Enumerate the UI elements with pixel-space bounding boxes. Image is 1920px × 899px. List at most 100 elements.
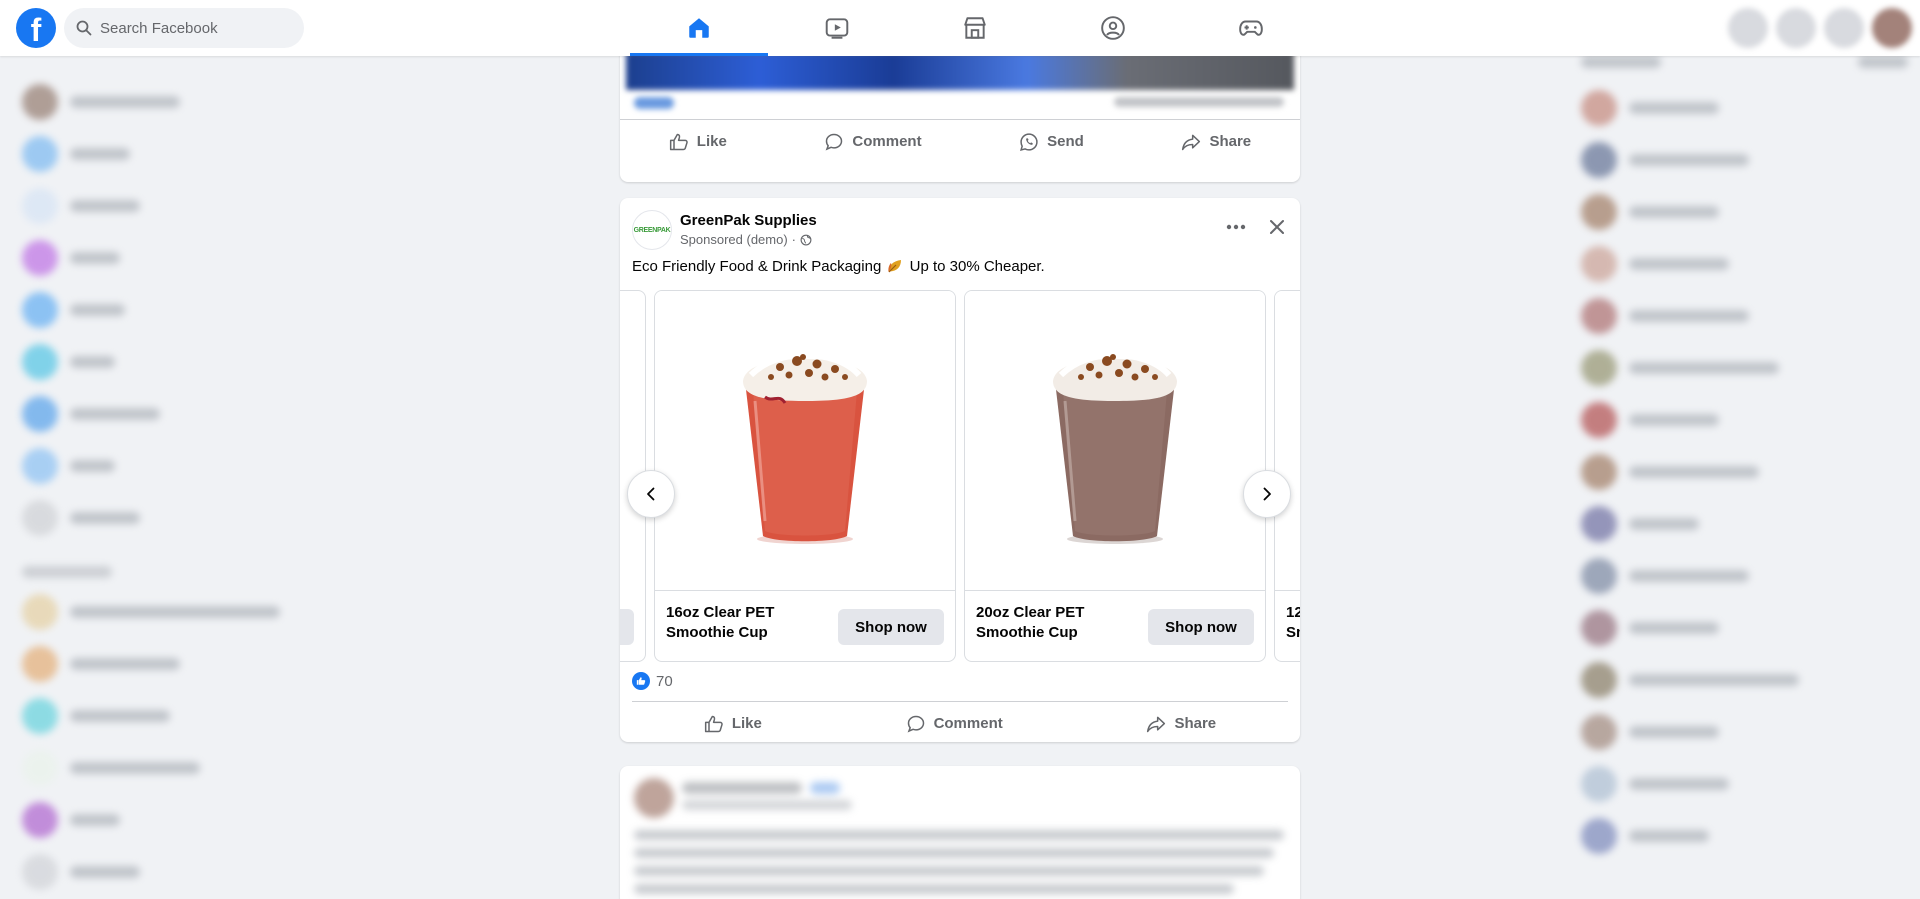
post-header: GREENPAK GreenPak Supplies Sponsored (de… <box>632 210 817 250</box>
main-nav <box>630 0 1320 56</box>
left-item[interactable] <box>0 128 360 180</box>
share-button[interactable]: Share <box>1163 126 1269 158</box>
left-item[interactable] <box>0 440 360 492</box>
contact-item[interactable] <box>1575 238 1920 290</box>
product-image[interactable] <box>1275 291 1300 591</box>
carousel-next-button[interactable] <box>1243 470 1291 518</box>
red-smoothie-cup-image <box>743 351 867 544</box>
contact-item[interactable] <box>1575 810 1920 862</box>
left-item[interactable] <box>0 284 360 336</box>
chocolate-smoothie-cup-image <box>1053 351 1177 544</box>
messenger-button[interactable] <box>1776 8 1816 48</box>
groups-icon <box>1101 16 1125 40</box>
notifications-button[interactable] <box>1824 8 1864 48</box>
greenpak-logo[interactable]: GREENPAK <box>632 210 672 250</box>
left-shortcut[interactable] <box>0 638 360 690</box>
contact-item[interactable] <box>1575 82 1920 134</box>
comment-button[interactable]: Comment <box>806 126 939 158</box>
post-actions: Like Comment Send Share <box>620 119 1300 163</box>
product-title[interactable]: 20oz Clear PET Smoothie Cup <box>976 603 1126 643</box>
contact-item[interactable] <box>1575 758 1920 810</box>
reaction-summary[interactable]: 70 <box>632 672 673 690</box>
whatsapp-icon <box>1020 132 1038 151</box>
nav-groups[interactable] <box>1044 0 1182 56</box>
close-icon[interactable] <box>1268 218 1286 236</box>
sponsored-post: GREENPAK GreenPak Supplies Sponsored (de… <box>620 198 1300 742</box>
shop-now-button[interactable] <box>620 609 634 645</box>
sponsored-line: Sponsored (demo) · <box>680 231 817 249</box>
nav-video[interactable] <box>768 0 906 56</box>
shop-now-button[interactable]: Shop now <box>1148 609 1254 645</box>
nav-gaming[interactable] <box>1182 0 1320 56</box>
like-reaction-icon <box>632 672 650 690</box>
contact-item[interactable] <box>1575 186 1920 238</box>
contact-item[interactable] <box>1575 446 1920 498</box>
product-title[interactable]: 16oz Clear PET Smoothie Cup <box>666 603 816 643</box>
nav-home[interactable] <box>630 0 768 56</box>
contact-item[interactable] <box>1575 498 1920 550</box>
left-shortcut[interactable] <box>0 690 360 742</box>
left-shortcut[interactable] <box>0 846 360 898</box>
search-input[interactable] <box>100 19 280 37</box>
send-label: Send <box>1047 133 1084 150</box>
left-item[interactable] <box>0 388 360 440</box>
left-item[interactable] <box>0 76 360 128</box>
right-sidebar-contacts <box>1575 56 1920 899</box>
next-post <box>620 766 1300 899</box>
contact-item[interactable] <box>1575 290 1920 342</box>
left-item[interactable] <box>0 492 360 544</box>
left-shortcut[interactable] <box>0 586 360 638</box>
carousel-prev-button[interactable] <box>627 470 675 518</box>
comment-button[interactable]: Comment <box>888 708 1021 740</box>
comment-icon <box>826 133 843 150</box>
contact-item[interactable] <box>1575 134 1920 186</box>
comment-label: Comment <box>852 133 922 150</box>
gaming-icon <box>1239 20 1263 36</box>
left-item[interactable] <box>0 336 360 388</box>
menu-button[interactable] <box>1728 8 1768 48</box>
send-button[interactable]: Send <box>1001 126 1102 158</box>
post-actions: Like Comment Share <box>632 701 1288 742</box>
left-shortcut[interactable] <box>0 794 360 846</box>
like-button[interactable]: Like <box>686 708 780 740</box>
like-label: Like <box>696 133 727 150</box>
post-header-actions <box>1226 218 1286 236</box>
share-label: Share <box>1174 715 1217 732</box>
next-post-blurred-content <box>620 766 1300 899</box>
product-carousel: 16oz Clear PET Smoothie Cup Shop now 20o… <box>620 290 1300 664</box>
shop-now-button[interactable]: Shop now <box>838 609 944 645</box>
left-item[interactable] <box>0 180 360 232</box>
chevron-right-icon <box>1263 487 1271 501</box>
search-icon <box>76 20 92 36</box>
product-image[interactable] <box>965 291 1265 591</box>
left-shortcut[interactable] <box>0 742 360 794</box>
page-name[interactable]: GreenPak Supplies <box>680 211 817 231</box>
profile-avatar[interactable] <box>1872 8 1912 48</box>
contact-item[interactable] <box>1575 654 1920 706</box>
facebook-logo-icon[interactable]: f <box>16 8 56 48</box>
left-item[interactable] <box>0 232 360 284</box>
chevron-left-icon <box>647 487 655 501</box>
post-meta-blurred <box>634 95 1284 111</box>
carousel-card[interactable]: 16oz Clear PET Smoothie Cup Shop now <box>654 290 956 662</box>
post-text-part-2: Up to 30% Cheaper. <box>909 258 1045 275</box>
contact-item[interactable] <box>1575 394 1920 446</box>
product-title-partial[interactable]: 12 Sm <box>1286 603 1300 643</box>
search-box[interactable] <box>64 8 304 48</box>
contact-item[interactable] <box>1575 602 1920 654</box>
like-button[interactable]: Like <box>651 126 745 158</box>
nav-marketplace[interactable] <box>906 0 1044 56</box>
reaction-count: 70 <box>656 672 673 690</box>
carousel-card[interactable]: 20oz Clear PET Smoothie Cup Shop now <box>964 290 1266 662</box>
contact-item[interactable] <box>1575 550 1920 602</box>
home-icon <box>689 18 709 38</box>
comment-icon <box>907 715 924 732</box>
contact-item[interactable] <box>1575 706 1920 758</box>
post-text-part-1: Eco Friendly Food & Drink Packaging <box>632 258 882 275</box>
contact-item[interactable] <box>1575 342 1920 394</box>
share-icon <box>1182 134 1201 150</box>
more-options-icon[interactable] <box>1226 224 1246 230</box>
product-image[interactable] <box>655 291 955 591</box>
sponsored-label[interactable]: Sponsored (demo) <box>680 231 788 249</box>
share-button[interactable]: Share <box>1128 708 1234 740</box>
